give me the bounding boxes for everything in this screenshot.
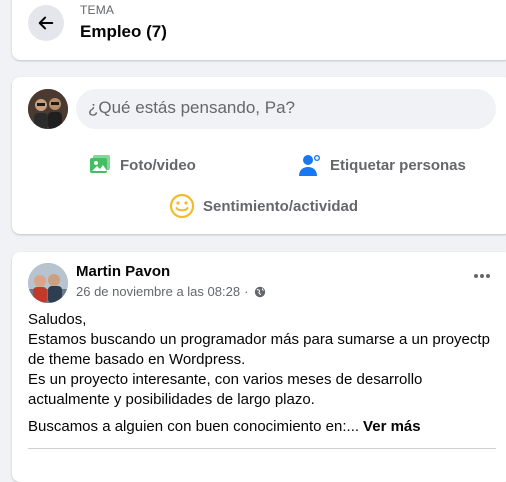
smiley-icon <box>169 193 195 219</box>
photo-video-button[interactable]: Foto/video <box>88 153 196 177</box>
tag-people-button[interactable]: Etiquetar personas <box>298 153 466 177</box>
avatar-image <box>28 89 68 129</box>
post-line: Saludos, <box>28 311 87 328</box>
feeling-activity-label: Sentimiento/actividad <box>203 197 359 215</box>
avatar-image <box>28 263 68 303</box>
see-more-link[interactable]: Ver más <box>363 418 421 435</box>
tag-people-icon <box>298 153 322 177</box>
post-author-avatar[interactable] <box>28 263 68 303</box>
post-meta: 26 de noviembre a las 08:28 · <box>76 284 266 299</box>
photo-video-label: Foto/video <box>120 156 196 174</box>
post-timestamp[interactable]: 26 de noviembre a las 08:28 <box>76 284 240 299</box>
post-line: Buscamos a alguien con buen conocimiento… <box>28 418 360 435</box>
feeling-activity-button[interactable]: Sentimiento/actividad <box>169 193 358 219</box>
globe-icon <box>254 286 266 298</box>
topic-kicker: TEMA <box>80 3 115 17</box>
photo-video-icon <box>88 153 112 177</box>
back-button[interactable] <box>28 5 64 41</box>
post-line: Estamos buscando un programador más para… <box>28 331 490 368</box>
arrow-left-icon <box>38 16 54 30</box>
tag-people-label: Etiquetar personas <box>330 156 466 174</box>
more-dots-icon <box>474 274 490 278</box>
more-options-button[interactable] <box>470 266 494 286</box>
avatar[interactable] <box>28 89 68 129</box>
composer-input[interactable]: ¿Qué estás pensando, Pa? <box>76 89 496 129</box>
topic-title: Empleo (7) <box>80 22 167 41</box>
post-truncated-line: Buscamos a alguien con buen conocimiento… <box>28 417 421 437</box>
post-author[interactable]: Martin Pavon <box>76 263 170 280</box>
topic-header: TEMA Empleo (7) <box>12 0 506 60</box>
post-body: Saludos, Estamos buscando un programador… <box>28 310 498 410</box>
post-line: Es un proyecto interesante, con varios m… <box>28 371 423 408</box>
meta-separator: · <box>244 284 249 299</box>
post: Martin Pavon 26 de noviembre a las 08:28… <box>12 252 506 482</box>
divider <box>28 448 496 449</box>
composer: ¿Qué estás pensando, Pa? Foto/video Etiq… <box>12 77 506 234</box>
